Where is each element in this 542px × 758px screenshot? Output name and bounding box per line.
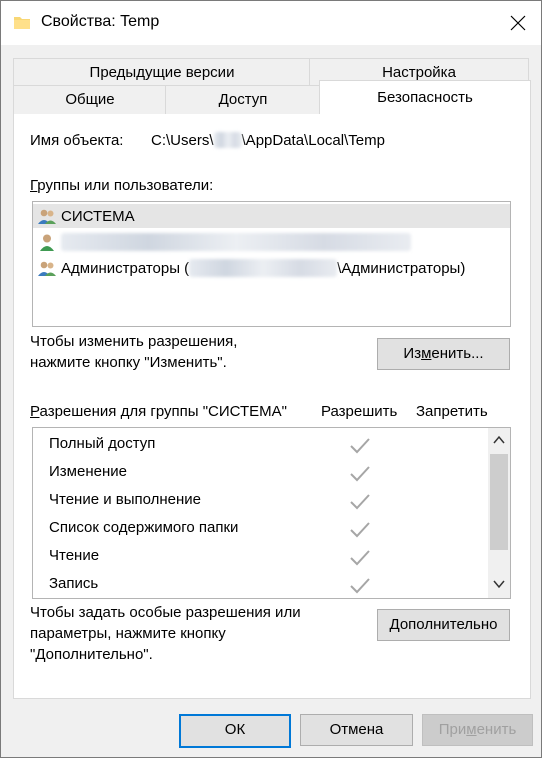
group-icon bbox=[38, 261, 56, 276]
advanced-hint-line1: Чтобы задать особые разрешения или bbox=[30, 604, 301, 621]
group-icon bbox=[38, 209, 56, 224]
scroll-up-icon[interactable] bbox=[491, 432, 507, 448]
redacted-username bbox=[213, 132, 242, 148]
ok-button[interactable]: ОК bbox=[179, 714, 291, 748]
advanced-button-accel: Д bbox=[389, 616, 400, 633]
edit-button-post: енить... bbox=[431, 345, 484, 362]
object-path-start: C:\Users\ bbox=[151, 132, 214, 149]
security-panel: Имя объекта: C:\Users\ \AppData\Local\Tem… bbox=[13, 111, 531, 699]
permission-name: Чтение и выполнение bbox=[49, 491, 202, 508]
permissions-header: Разрешения для группы "СИСТЕМА" bbox=[30, 403, 287, 420]
permission-row: Запись bbox=[33, 571, 479, 598]
cancel-button-label: Отмена bbox=[329, 721, 384, 738]
tab-previous-versions-label: Предыдущие версии bbox=[89, 64, 235, 81]
user-icon bbox=[40, 234, 54, 251]
groups-label-rest: руппы или пользователи: bbox=[37, 177, 214, 194]
object-path-end: \AppData\Local\Temp bbox=[241, 132, 385, 149]
tab-customize-label: Настройка bbox=[382, 64, 456, 81]
groups-label: Группы или пользователи: bbox=[30, 177, 213, 194]
edit-button-accel: м bbox=[421, 345, 432, 362]
tab-security-label: Безопасность bbox=[377, 89, 473, 106]
allow-check-icon bbox=[350, 466, 370, 482]
deny-column-header: Запретить bbox=[416, 403, 488, 420]
tab-security[interactable]: Безопасность bbox=[319, 80, 531, 114]
properties-dialog: Свойства: Temp Предыдущие версии Настрой… bbox=[0, 0, 542, 758]
close-icon bbox=[510, 15, 526, 31]
tab-general[interactable]: Общие bbox=[13, 85, 167, 114]
permission-row: Изменение bbox=[33, 459, 479, 487]
object-path: C:\Users\ \AppData\Local\Temp bbox=[151, 132, 385, 149]
list-item[interactable]: СИСТЕМА bbox=[33, 204, 510, 228]
permission-name: Список содержимого папки bbox=[49, 519, 239, 536]
folder-icon bbox=[14, 17, 30, 29]
permission-row: Чтение и выполнение bbox=[33, 487, 479, 515]
permission-row: Чтение bbox=[33, 543, 479, 571]
edit-button-pre: Из bbox=[403, 345, 422, 362]
advanced-button[interactable]: Дополнительно bbox=[377, 609, 510, 641]
tab-general-label: Общие bbox=[65, 91, 115, 108]
close-button[interactable] bbox=[495, 1, 541, 45]
object-name-label: Имя объекта: bbox=[30, 132, 124, 149]
permission-row: Список содержимого папки bbox=[33, 515, 479, 543]
list-item[interactable]: Администраторы ( \Администраторы) bbox=[33, 256, 510, 280]
title-bar: Свойства: Temp bbox=[1, 1, 541, 45]
window-title: Свойства: Temp bbox=[41, 13, 160, 30]
scroll-thumb[interactable] bbox=[490, 454, 508, 550]
tab-sharing-label: Доступ bbox=[218, 91, 268, 108]
cancel-button[interactable]: Отмена bbox=[300, 714, 413, 746]
groups-list[interactable]: СИСТЕМА Администраторы ( \Администраторы) bbox=[32, 201, 511, 327]
scroll-down-icon[interactable] bbox=[491, 576, 507, 592]
apply-button-accel: м bbox=[466, 721, 477, 738]
allow-column-header: Разрешить bbox=[321, 403, 398, 420]
allow-check-icon bbox=[350, 438, 370, 454]
allow-check-icon bbox=[350, 494, 370, 510]
advanced-hint-line3: "Дополнительно". bbox=[30, 646, 153, 663]
edit-button[interactable]: Изменить... bbox=[377, 338, 510, 370]
permissions-list[interactable]: Полный доступ Изменение Чтение и выполне… bbox=[32, 427, 511, 599]
list-item[interactable] bbox=[33, 230, 510, 254]
redacted-username bbox=[61, 233, 411, 251]
permission-name: Изменение bbox=[49, 463, 127, 480]
advanced-hint-line2: параметры, нажмите кнопку bbox=[30, 625, 226, 642]
permissions-header-rest: азрешения для группы "СИСТЕМА" bbox=[39, 403, 287, 420]
group-name: СИСТЕМА bbox=[61, 207, 135, 225]
permissions-header-accel: Р bbox=[30, 403, 40, 420]
apply-button-post: енить bbox=[476, 721, 517, 738]
apply-button-pre: При bbox=[438, 721, 467, 738]
permission-name: Запись bbox=[49, 575, 99, 592]
group-name-end: \Администраторы) bbox=[337, 259, 466, 277]
tab-previous-versions[interactable]: Предыдущие версии bbox=[13, 58, 311, 87]
change-hint-line2: нажмите кнопку "Изменить". bbox=[30, 354, 227, 371]
permission-name: Полный доступ bbox=[49, 435, 156, 452]
advanced-button-rest: ополнительно bbox=[399, 616, 498, 633]
apply-button[interactable]: Применить bbox=[422, 714, 533, 746]
permission-name: Чтение bbox=[49, 547, 100, 564]
ok-button-label: ОК bbox=[224, 721, 246, 738]
group-name-start: Администраторы ( bbox=[61, 259, 190, 277]
change-hint-line1: Чтобы изменить разрешения, bbox=[30, 333, 238, 350]
permissions-scrollbar[interactable] bbox=[488, 428, 510, 598]
allow-check-icon bbox=[350, 522, 370, 538]
redacted-computer-name bbox=[189, 259, 338, 277]
allow-check-icon bbox=[350, 550, 370, 566]
tab-sharing[interactable]: Доступ bbox=[165, 85, 321, 114]
permission-row: Полный доступ bbox=[33, 431, 479, 459]
allow-check-icon bbox=[350, 578, 370, 594]
